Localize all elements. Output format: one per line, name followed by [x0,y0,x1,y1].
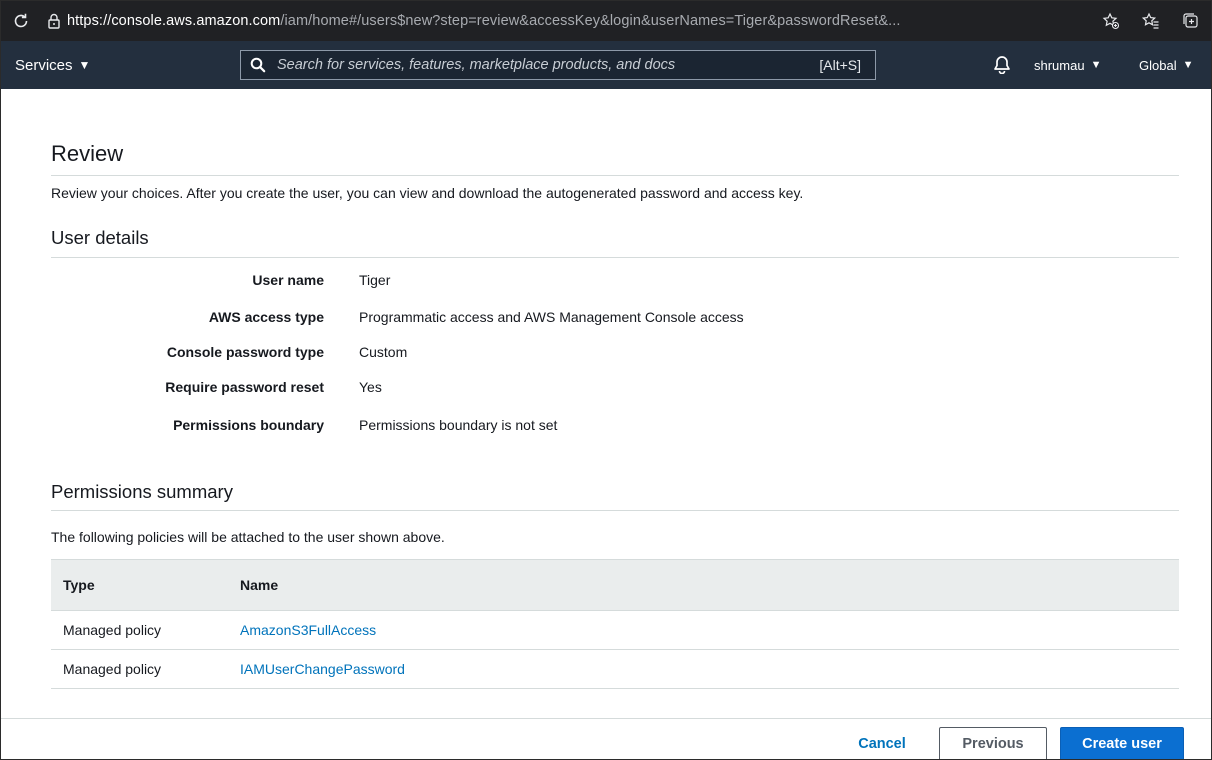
permissions-summary-heading: Permissions summary [51,481,233,502]
detail-row-password-type: Console password type Custom [51,344,1179,364]
add-favorite-icon[interactable] [1091,12,1131,30]
services-menu-button[interactable]: Services ▼ [15,41,90,89]
detail-value: Permissions boundary is not set [359,417,558,433]
policy-name-cell: AmazonS3FullAccess [228,610,1179,650]
policy-link[interactable]: AmazonS3FullAccess [240,622,376,638]
collections-icon[interactable] [1171,12,1211,30]
search-shortcut-hint: [Alt+S] [819,57,861,73]
cancel-button[interactable]: Cancel [839,727,925,759]
permissions-intro-text: The following policies will be attached … [51,529,445,545]
caret-down-icon: ▼ [78,58,91,72]
caret-down-icon: ▼ [1090,59,1102,71]
column-header-type[interactable]: Type [51,559,228,611]
policy-name-cell: IAMUserChangePassword [228,649,1179,689]
detail-row-password-reset: Require password reset Yes [51,379,1179,399]
user-details-heading: User details [51,227,149,248]
previous-button[interactable]: Previous [939,727,1047,759]
region-label: Global [1139,57,1177,73]
search-box[interactable]: [Alt+S] [240,50,876,80]
detail-label: User name [252,272,324,288]
detail-value: Programmatic access and AWS Management C… [359,309,744,325]
browser-address-bar: https://console.aws.amazon.com/iam/home#… [1,1,1211,41]
divider [51,510,1179,511]
url-field[interactable]: https://console.aws.amazon.com/iam/home#… [67,13,1017,29]
detail-label: AWS access type [208,309,324,325]
review-intro-text: Review your choices. After you create th… [51,185,804,201]
favorites-icon[interactable] [1131,12,1171,30]
table-header-row: Type Name [51,559,1179,611]
detail-row-permissions-boundary: Permissions boundary Permissions boundar… [51,417,1179,437]
browser-window: https://console.aws.amazon.com/iam/home#… [0,0,1212,760]
policies-table: Type Name Managed policy AmazonS3FullAcc… [51,559,1179,689]
aws-console-nav: Services ▼ [Alt+S] shrumau ▼ Global ▼ [1,41,1211,89]
services-label: Services [15,56,73,74]
search-input[interactable] [275,56,820,74]
account-menu-button[interactable]: shrumau ▼ [1034,41,1101,89]
search-icon [241,57,275,73]
table-row: Managed policy IAMUserChangePassword [51,649,1179,689]
account-username: shrumau [1034,57,1085,73]
policy-type-cell: Managed policy [51,649,228,689]
caret-down-icon: ▼ [1182,59,1194,71]
create-user-button[interactable]: Create user [1060,727,1184,759]
detail-value: Yes [359,379,382,395]
policy-type-cell: Managed policy [51,610,228,650]
detail-value: Custom [359,344,408,360]
notifications-bell-icon[interactable] [993,55,1011,79]
detail-row-user-name: User name Tiger [51,272,1179,292]
detail-label: Permissions boundary [173,417,324,433]
policy-link[interactable]: IAMUserChangePassword [240,661,405,677]
page-title: Review [51,141,124,166]
refresh-icon[interactable] [1,12,41,30]
footer-divider [1,718,1211,719]
detail-label: Console password type [166,344,324,360]
detail-value: Tiger [359,272,391,288]
divider [51,257,1179,258]
table-row: Managed policy AmazonS3FullAccess [51,610,1179,650]
region-menu-button[interactable]: Global ▼ [1139,41,1193,89]
url-path: /iam/home#/users$new?step=review&accessK… [280,13,901,29]
divider [51,175,1179,176]
detail-label: Require password reset [165,379,324,395]
column-header-name[interactable]: Name [228,559,1179,611]
detail-row-access-type: AWS access type Programmatic access and … [51,309,1179,329]
lock-icon[interactable] [41,13,67,29]
url-host: https://console.aws.amazon.com [67,13,281,29]
